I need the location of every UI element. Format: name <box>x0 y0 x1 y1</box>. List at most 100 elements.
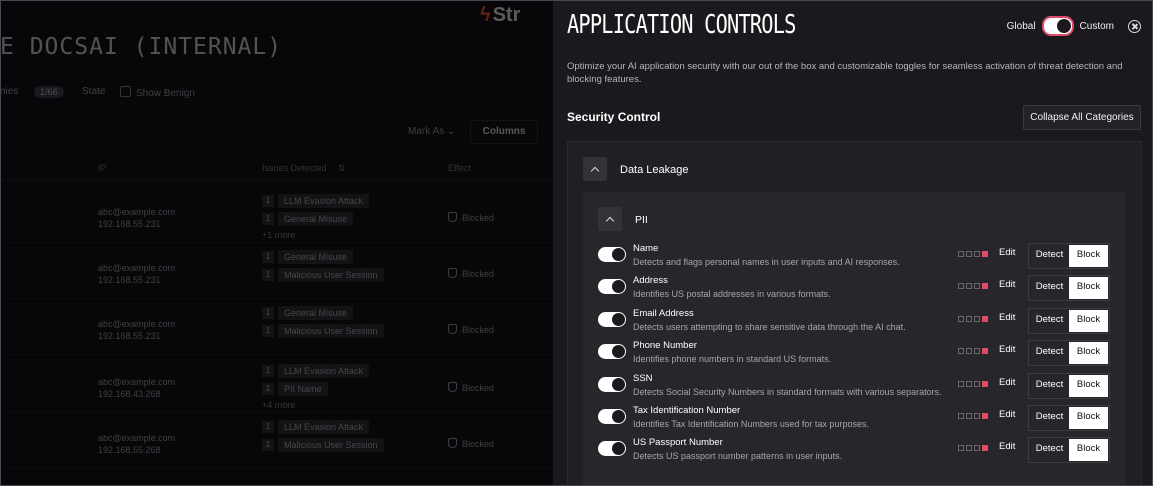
user-info: abc@example.com 192.168.55.231 <box>98 262 175 286</box>
scope-toggle-group: Global Custom <box>1007 16 1141 36</box>
columns-button[interactable]: Columns <box>470 120 538 144</box>
effect-label: Blocked <box>462 439 495 449</box>
block-option[interactable]: Block <box>1069 439 1108 462</box>
edit-button[interactable]: Edit <box>999 279 1015 290</box>
sensitivity-indicator <box>958 283 990 290</box>
user-info: abc@example.com 192.168.43.268 <box>98 376 175 400</box>
control-toggle[interactable] <box>598 409 626 424</box>
effect-cell: Blocked <box>448 268 494 279</box>
action-selector: Detect Block <box>1028 405 1110 431</box>
category-label: Data Leakage <box>620 164 689 176</box>
control-description: Detects US passport number patterns in u… <box>633 451 843 462</box>
issue-name: General Misuse <box>278 250 354 264</box>
global-label: Global <box>1006 20 1036 32</box>
action-selector: Detect Block <box>1028 243 1110 269</box>
detect-option[interactable]: Detect <box>1030 407 1069 429</box>
detect-option[interactable]: Detect <box>1030 245 1069 267</box>
table-header: IP Issues Detected ⇅ Effect <box>0 158 555 181</box>
control-name: Email Address <box>633 307 694 319</box>
block-option[interactable]: Block <box>1069 342 1108 365</box>
table-row[interactable]: abc@example.com 192.168.43.268 1 LLM Evasio… <box>0 356 555 413</box>
table-row[interactable]: abc@example.com 192.168.55.231 1 General Mi… <box>0 298 555 355</box>
filter-label: nies <box>0 86 19 97</box>
issue-tag: 1 General Misuse <box>262 212 369 226</box>
edit-button[interactable]: Edit <box>999 377 1015 388</box>
table-row[interactable]: abc@example.com 192.168.55.231 1 LLM Evasio… <box>0 186 555 243</box>
issue-count: 1 <box>262 365 274 377</box>
issue-count: 1 <box>262 269 274 281</box>
sensitivity-indicator <box>958 251 990 257</box>
state-filter[interactable]: State <box>82 86 105 97</box>
edit-button[interactable]: Edit <box>999 312 1015 323</box>
action-selector: Detect Block <box>1028 437 1110 464</box>
chevron-down-icon: ⌄ <box>446 126 456 137</box>
toggle-knob <box>612 377 625 391</box>
block-option[interactable]: Block <box>1069 309 1108 332</box>
application-controls-drawer: APPLICATION CONTROLS Global Custom Optim… <box>553 0 1153 486</box>
detect-option[interactable]: Detect <box>1030 310 1069 332</box>
issue-name: Malicious User Session <box>278 268 384 282</box>
control-toggle[interactable] <box>598 441 626 457</box>
toggle-knob <box>1056 19 1071 33</box>
issue-tag: 1 LLM Evasion Attack <box>262 364 370 378</box>
control-toggle[interactable] <box>598 279 626 295</box>
edit-button[interactable]: Edit <box>999 409 1015 420</box>
effect-label: Blocked <box>462 383 495 393</box>
issue-tag: 1 PII Name <box>262 382 369 396</box>
table-row[interactable]: abc@example.com 192.168.55.268 1 LLM Evasio… <box>0 412 555 469</box>
issue-tag: 1 General Misuse <box>262 306 384 320</box>
sensitivity-indicator <box>958 348 990 355</box>
filter-badge: 1/66 <box>34 86 64 98</box>
issue-name: Malicious User Session <box>278 438 384 452</box>
global-custom-toggle[interactable] <box>1041 16 1074 36</box>
detect-option[interactable]: Detect <box>1030 342 1069 364</box>
issues-cell: 1 LLM Evasion Attack 1 PII Name +4 more <box>262 364 370 410</box>
action-selector: Detect Block <box>1028 275 1110 302</box>
sort-icon[interactable]: ⇅ <box>338 163 346 174</box>
block-option[interactable]: Block <box>1069 374 1108 397</box>
shield-icon <box>448 212 457 222</box>
issue-tag: 1 Malicious User Session <box>262 438 384 452</box>
chevron-up-icon[interactable] <box>583 157 607 181</box>
control-toggle[interactable] <box>598 344 626 360</box>
checkbox-icon[interactable] <box>120 86 131 97</box>
issue-name: LLM Evasion Attack <box>278 194 370 208</box>
user-ip: 192.168.55.231 <box>98 219 161 229</box>
detect-option[interactable]: Detect <box>1030 439 1069 461</box>
issue-name: General Misuse <box>278 212 354 226</box>
control-item: SSN Detects Social Security Numbers in st… <box>598 372 1123 403</box>
control-toggle[interactable] <box>598 247 626 262</box>
collapse-all-button[interactable]: Collapse All Categories <box>1023 105 1141 130</box>
detect-option[interactable]: Detect <box>1030 277 1069 299</box>
edit-button[interactable]: Edit <box>999 247 1015 258</box>
logo-text: Str <box>492 4 521 26</box>
block-option[interactable]: Block <box>1069 277 1108 300</box>
effect-cell: Blocked <box>448 212 494 223</box>
edit-button[interactable]: Edit <box>999 344 1015 355</box>
show-benign-toggle[interactable]: Show Benign <box>120 86 195 99</box>
shield-icon <box>448 268 457 278</box>
control-item: Address Identifies US postal addresses in… <box>598 275 1123 305</box>
sensitivity-indicator <box>958 445 990 452</box>
shield-icon <box>448 324 457 334</box>
issue-name: LLM Evasion Attack <box>278 420 370 434</box>
table-row[interactable]: abc@example.com 192.168.55.231 1 General Mi… <box>0 242 555 299</box>
chevron-up-icon[interactable] <box>598 207 622 231</box>
control-toggle[interactable] <box>598 311 626 327</box>
issue-tag: 1 Malicious User Session <box>262 324 384 338</box>
user-ip: 192.168.55.231 <box>98 331 161 341</box>
issues-cell: 1 LLM Evasion Attack 1 General Misuse +1 mor… <box>262 194 370 240</box>
issue-name: PII Name <box>278 382 328 396</box>
issue-name: Malicious User Session <box>278 324 384 338</box>
close-icon[interactable] <box>1128 19 1141 33</box>
toggle-knob <box>612 410 625 423</box>
more-issues-link[interactable]: +4 more <box>262 400 369 410</box>
block-option[interactable]: Block <box>1069 245 1108 267</box>
block-option[interactable]: Block <box>1069 407 1108 429</box>
mark-as-dropdown[interactable]: Mark As ⌄ <box>408 126 455 137</box>
control-toggle[interactable] <box>598 376 626 392</box>
detect-option[interactable]: Detect <box>1030 375 1069 397</box>
more-issues-link[interactable]: +1 more <box>262 230 369 240</box>
edit-button[interactable]: Edit <box>999 441 1015 452</box>
control-name: Phone Number <box>633 340 697 352</box>
